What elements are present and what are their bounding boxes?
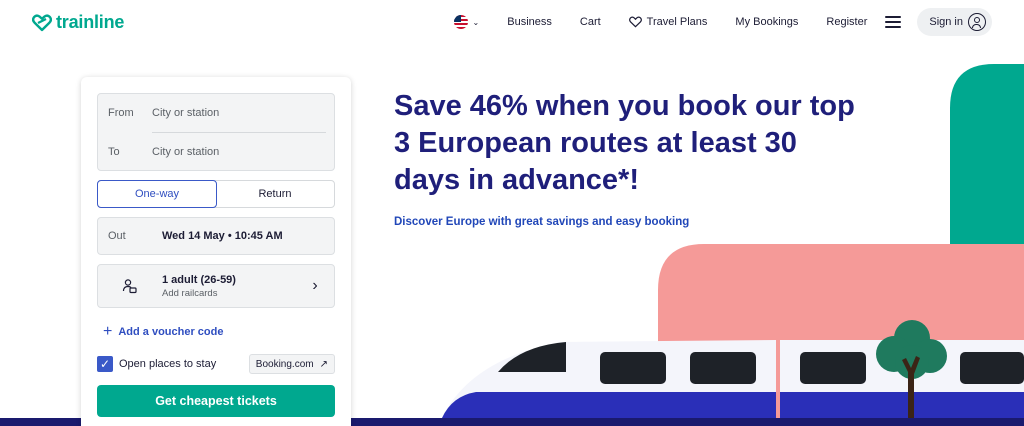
- main-nav: ⌄ Business Cart Travel Plans My Bookings…: [453, 7, 992, 37]
- nav-register-link[interactable]: Register: [826, 16, 867, 28]
- from-input[interactable]: City or station: [152, 107, 219, 119]
- chevron-down-icon: ⌄: [472, 17, 480, 27]
- places-to-stay-label: Open places to stay: [119, 358, 217, 370]
- return-option[interactable]: Return: [216, 181, 334, 207]
- places-to-stay-row: ✓ Open places to stay Booking.com ↗: [97, 353, 335, 375]
- travel-plans-label: Travel Plans: [646, 16, 708, 28]
- add-railcards-text: Add railcards: [162, 287, 218, 299]
- trainline-logo[interactable]: trainline: [32, 12, 124, 33]
- passengers-selector[interactable]: 1 adult (26-59) Add railcards ›: [97, 264, 335, 308]
- heart-logo-icon: [32, 13, 52, 31]
- from-label: From: [108, 107, 134, 119]
- add-voucher-link[interactable]: + Add a voucher code: [103, 323, 223, 341]
- out-value: Wed 14 May • 10:45 AM: [162, 230, 283, 242]
- to-label: To: [108, 146, 120, 158]
- nav-business-link[interactable]: Business: [507, 16, 552, 28]
- passengers-summary: 1 adult (26-59): [162, 273, 236, 286]
- sign-in-label: Sign in: [929, 16, 963, 28]
- to-field[interactable]: To City or station: [98, 133, 334, 171]
- partner-label: Booking.com: [255, 358, 314, 370]
- one-way-option[interactable]: One-way: [97, 180, 217, 208]
- tree-icon: [876, 320, 947, 418]
- nav-my-bookings-link[interactable]: My Bookings: [735, 16, 798, 28]
- booking-com-badge[interactable]: Booking.com ↗: [248, 354, 335, 374]
- origin-destination-box: From City or station To City or station: [97, 93, 335, 171]
- external-link-icon: ↗: [319, 358, 328, 370]
- language-selector[interactable]: ⌄: [453, 15, 480, 29]
- hero-subhead[interactable]: Discover Europe with great savings and e…: [394, 216, 689, 228]
- get-cheapest-tickets-button[interactable]: Get cheapest tickets: [97, 385, 335, 417]
- sign-in-button[interactable]: Sign in: [917, 8, 992, 36]
- nav-cart-link[interactable]: Cart: [580, 16, 601, 28]
- chevron-right-icon: ›: [312, 277, 318, 294]
- passengers-icon: [122, 279, 137, 294]
- out-label: Out: [108, 230, 126, 242]
- logo-text: trainline: [56, 12, 125, 32]
- top-header: trainline ⌄ Business Cart Travel Plans M…: [0, 0, 1024, 44]
- from-field[interactable]: From City or station: [98, 94, 334, 132]
- outbound-date-field[interactable]: Out Wed 14 May • 10:45 AM: [97, 217, 335, 255]
- hero-headline: Save 46% when you book our top 3 Europea…: [394, 90, 855, 196]
- plus-icon: +: [103, 323, 113, 340]
- journey-search-card: From City or station To City or station …: [81, 77, 351, 426]
- nav-travel-plans-link[interactable]: Travel Plans: [628, 16, 708, 28]
- menu-icon[interactable]: [885, 16, 902, 28]
- trip-type-toggle: One-way Return: [97, 180, 335, 208]
- us-flag-icon: [453, 15, 468, 29]
- user-icon: [968, 13, 986, 31]
- to-input[interactable]: City or station: [152, 146, 219, 158]
- voucher-label: Add a voucher code: [118, 326, 224, 338]
- places-to-stay-checkbox[interactable]: ✓: [97, 356, 113, 372]
- heart-icon: [628, 16, 642, 28]
